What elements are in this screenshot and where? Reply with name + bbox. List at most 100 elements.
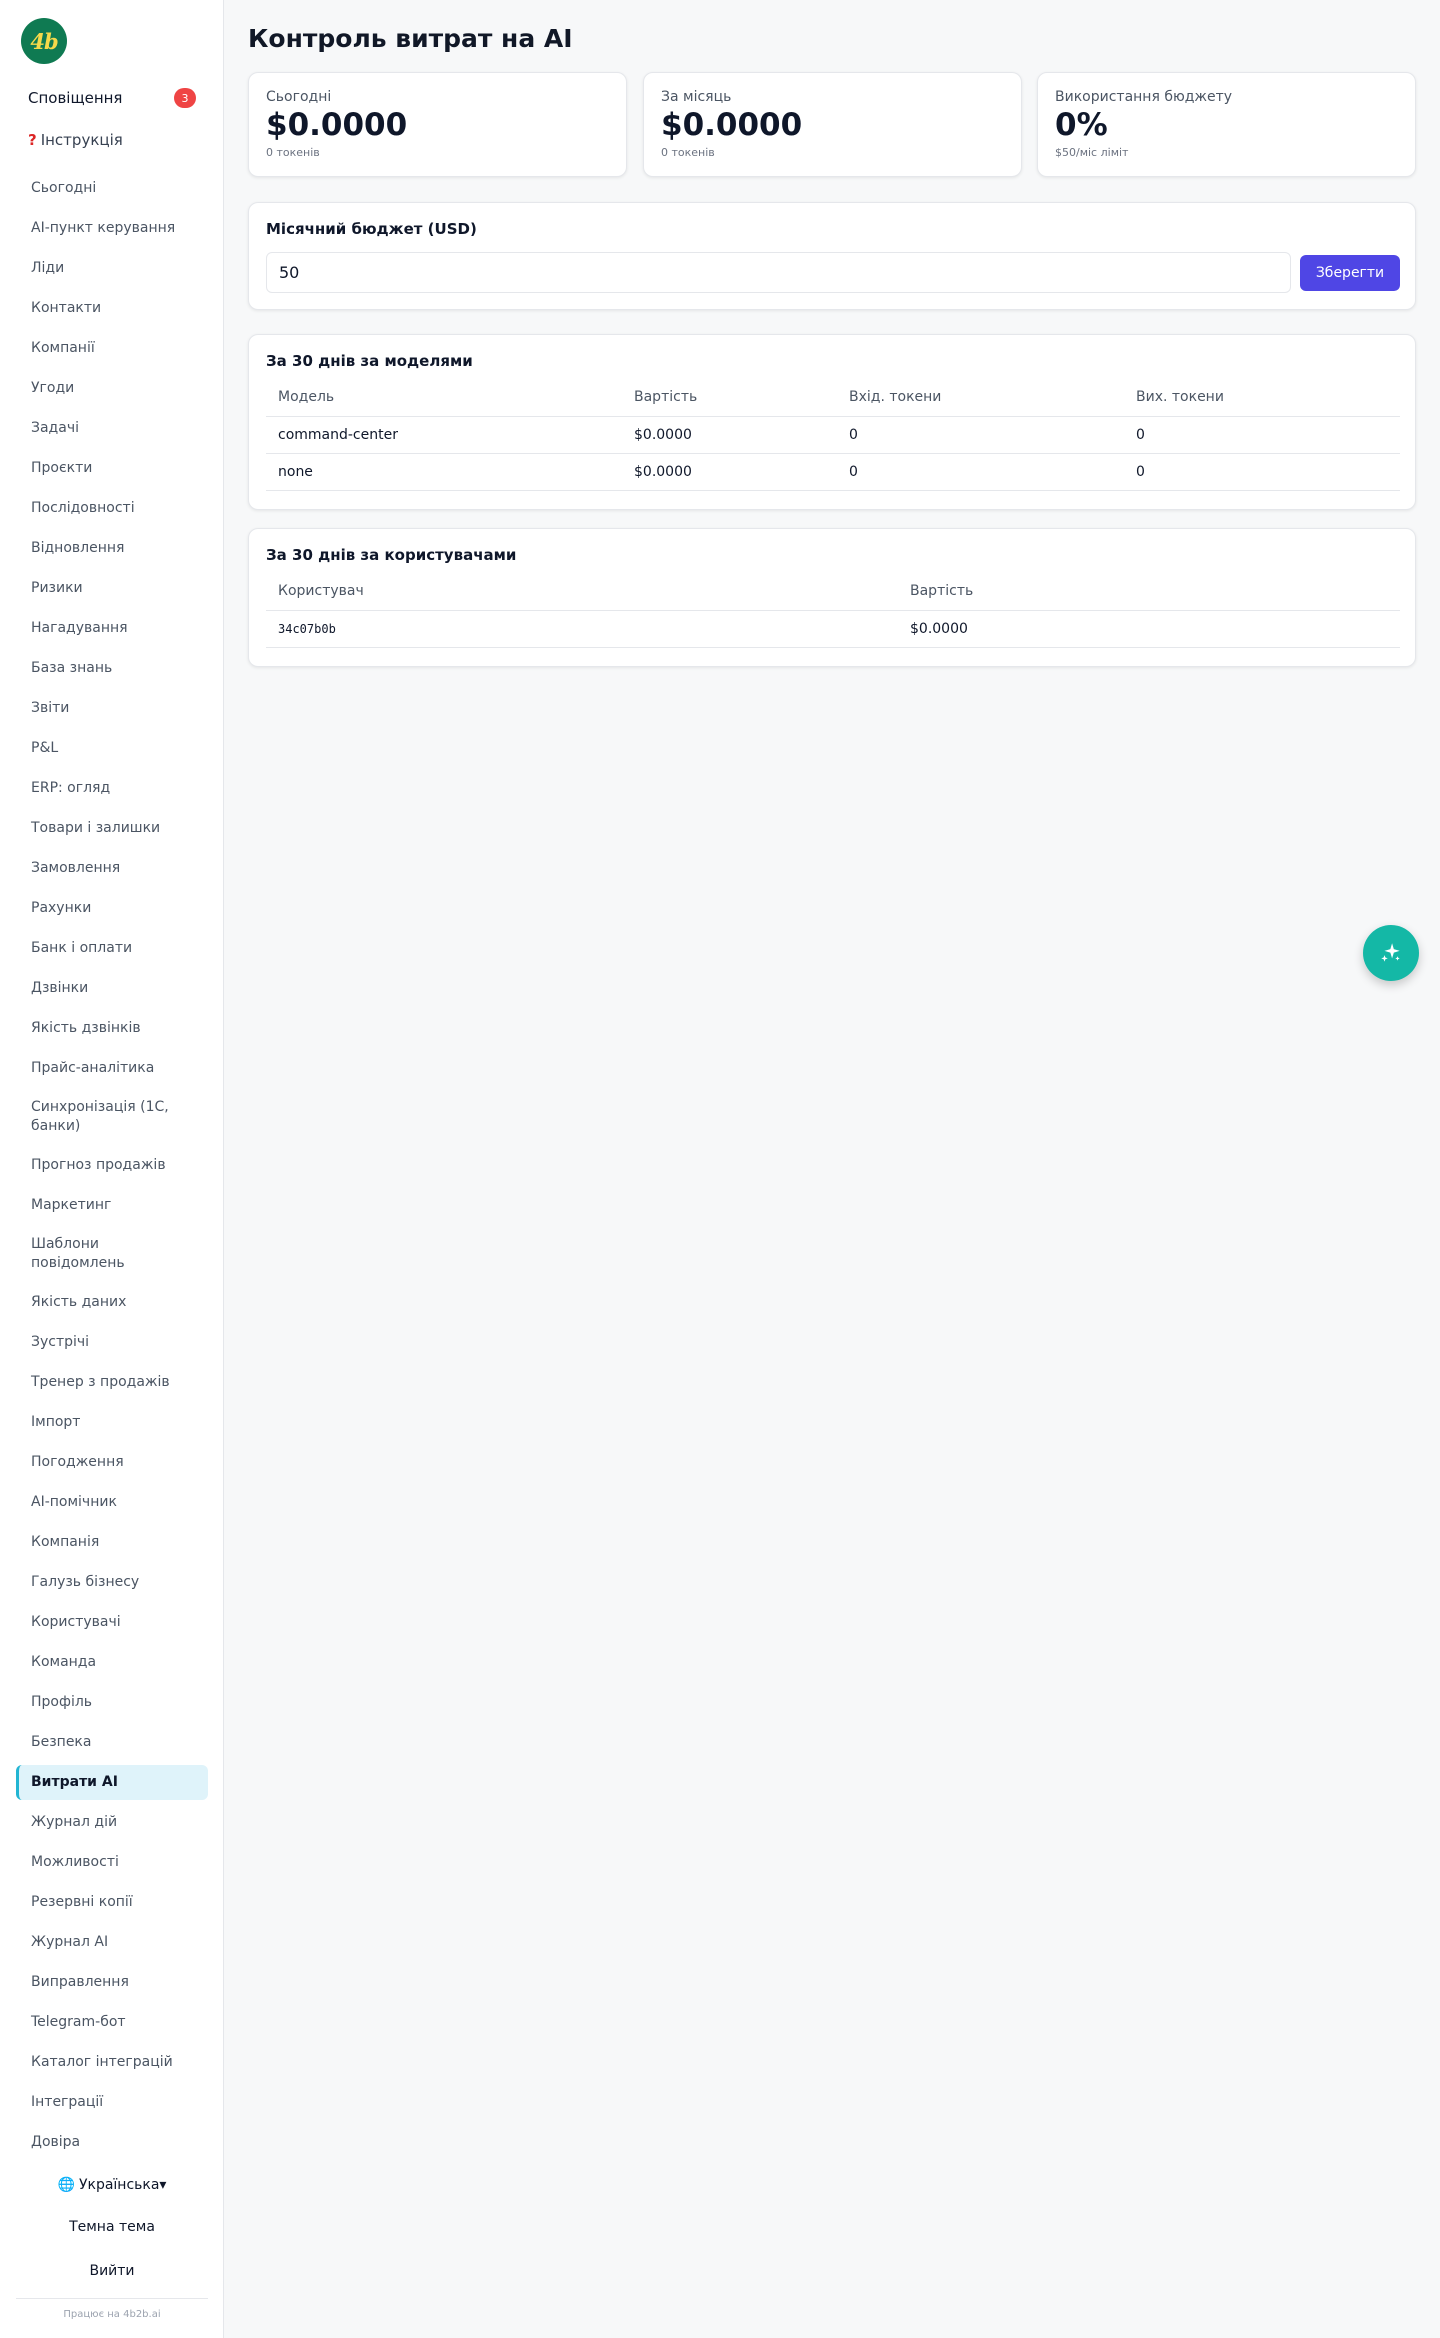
notifications-count-badge: 3 (174, 88, 196, 108)
budget-card: Місячний бюджет (USD) Зберегти (248, 202, 1416, 310)
stat-sub: 0 токенів (266, 146, 320, 159)
ai-assistant-fab[interactable] (1363, 925, 1419, 981)
sidebar-item[interactable]: Прогноз продажів (16, 1148, 208, 1183)
stat-label: За місяць (661, 89, 732, 105)
sidebar-item[interactable]: Замовлення (16, 851, 208, 886)
sidebar-item[interactable]: Ризики (16, 571, 208, 606)
sidebar-item[interactable]: Звіти (16, 691, 208, 726)
guide-label: Інструкція (40, 131, 123, 149)
sidebar-item[interactable]: Каталог інтеграцій (16, 2045, 208, 2080)
save-button[interactable]: Зберегти (1300, 255, 1400, 291)
sidebar-item[interactable]: ERP: огляд (16, 771, 208, 806)
sidebar-item[interactable]: Тренер з продажів (16, 1365, 208, 1400)
stat-value: $0.0000 (266, 107, 408, 143)
dark-theme-button[interactable]: Темна тема (16, 2211, 208, 2243)
model-cell: command-center (266, 416, 622, 454)
notifications-label: Сповіщення (28, 89, 123, 107)
sidebar-item[interactable]: Профіль (16, 1685, 208, 1720)
sidebar: 4b Сповіщення 3 ? Інструкція Сьогодні AI-… (0, 0, 224, 2338)
sidebar-item[interactable]: Імпорт (16, 1405, 208, 1440)
logout-button[interactable]: Вийти (16, 2255, 208, 2287)
notifications-button[interactable]: Сповіщення 3 (16, 86, 196, 110)
column-header: Користувач (266, 573, 898, 611)
stat-value: $0.0000 (661, 107, 803, 143)
stat-sub: 0 токенів (661, 146, 715, 159)
cost-cell: $0.0000 (622, 453, 837, 491)
sidebar-item[interactable]: Інтеграції (16, 2085, 208, 2120)
cost-cell: $0.0000 (898, 610, 1400, 648)
models-card: За 30 днів за моделями Модель Вартість В… (248, 334, 1416, 510)
sidebar-item[interactable]: Резервні копії (16, 1885, 208, 1920)
sidebar-item[interactable]: Журнал дій (16, 1805, 208, 1840)
sidebar-item[interactable]: Довіра (16, 2125, 208, 2160)
sidebar-item[interactable]: Синхронізація (1С, банки) (16, 1091, 208, 1143)
sidebar-item[interactable]: Витрати AI (16, 1765, 208, 1800)
sidebar-item[interactable]: Проєкти (16, 451, 208, 486)
sidebar-item[interactable]: Контакти (16, 291, 208, 326)
user-id-cell: 34c07b0b (266, 610, 898, 648)
brand-logo-text: 4b (30, 28, 58, 54)
sidebar-item[interactable]: Користувачі (16, 1605, 208, 1640)
sidebar-item[interactable]: Послідовності (16, 491, 208, 526)
budget-input[interactable] (266, 252, 1291, 293)
sidebar-item[interactable]: Ліди (16, 251, 208, 286)
sidebar-item[interactable]: Шаблони повідомлень (16, 1228, 208, 1280)
sidebar-item[interactable]: Відновлення (16, 531, 208, 566)
models-table: Модель Вартість Вхід. токени Вих. токени… (266, 379, 1400, 491)
sidebar-item[interactable]: Команда (16, 1645, 208, 1680)
sidebar-item[interactable]: P&L (16, 731, 208, 766)
sidebar-item[interactable]: Банк і оплати (16, 931, 208, 966)
language-select[interactable]: 🌐 Українська▾ (0, 2172, 224, 2198)
sidebar-item[interactable]: Виправлення (16, 1965, 208, 2000)
output-tokens-cell: 0 (1124, 416, 1400, 454)
sidebar-item[interactable]: Сьогодні (16, 171, 208, 206)
input-tokens-cell: 0 (837, 416, 1124, 454)
sidebar-item[interactable]: Маркетинг (16, 1188, 208, 1223)
stat-card-month: За місяць $0.0000 0 токенів (643, 72, 1022, 177)
budget-title: Місячний бюджет (USD) (266, 220, 477, 238)
users-card: За 30 днів за користувачами Користувач В… (248, 528, 1416, 667)
sidebar-item[interactable]: Компанія (16, 1525, 208, 1560)
sidebar-item[interactable]: Задачі (16, 411, 208, 446)
sidebar-item[interactable]: Галузь бізнесу (16, 1565, 208, 1600)
sparkles-icon (1381, 943, 1400, 962)
sidebar-item[interactable]: Зустрічі (16, 1325, 208, 1360)
sidebar-item[interactable]: Журнал AI (16, 1925, 208, 1960)
sidebar-item[interactable]: Дзвінки (16, 971, 208, 1006)
table-header-row: Користувач Вартість (266, 573, 1400, 611)
guide-link[interactable]: ? Інструкція (28, 128, 123, 152)
output-tokens-cell: 0 (1124, 453, 1400, 491)
stat-card-today: Сьогодні $0.0000 0 токенів (248, 72, 627, 177)
sidebar-item[interactable]: Нагадування (16, 611, 208, 646)
users-table: Користувач Вартість 34c07b0b $0.0000 (266, 573, 1400, 648)
sidebar-item[interactable]: Можливості (16, 1845, 208, 1880)
sidebar-nav: Сьогодні AI-пункт керування Ліди Контакти Ко… (16, 171, 208, 2165)
table-row: command-center $0.0000 0 0 (266, 416, 1400, 454)
sidebar-item[interactable]: Telegram-бот (16, 2005, 208, 2040)
sidebar-item[interactable]: Погодження (16, 1445, 208, 1480)
input-tokens-cell: 0 (837, 453, 1124, 491)
sidebar-item[interactable]: Рахунки (16, 891, 208, 926)
page-title: Контроль витрат на AI (248, 24, 573, 53)
sidebar-item[interactable]: Прайс-аналітика (16, 1051, 208, 1086)
sidebar-item[interactable]: AI-пункт керування (16, 211, 208, 246)
column-header: Вхід. токени (837, 379, 1124, 417)
stat-card-budget-usage: Використання бюджету 0% $50/міс ліміт (1037, 72, 1416, 177)
sidebar-item[interactable]: Безпека (16, 1725, 208, 1760)
language-label: Українська▾ (78, 2177, 167, 2193)
sidebar-item[interactable]: AI-помічник (16, 1485, 208, 1520)
column-header: Модель (266, 379, 622, 417)
cost-cell: $0.0000 (622, 416, 837, 454)
table-row: 34c07b0b $0.0000 (266, 610, 1400, 648)
question-icon: ? (28, 131, 37, 149)
sidebar-item[interactable]: Угоди (16, 371, 208, 406)
brand-logo[interactable]: 4b (21, 18, 67, 64)
table-row: none $0.0000 0 0 (266, 453, 1400, 491)
models-table-title: За 30 днів за моделями (266, 352, 473, 370)
sidebar-item[interactable]: Якість дзвінків (16, 1011, 208, 1046)
sidebar-item[interactable]: База знань (16, 651, 208, 686)
column-header: Вартість (898, 573, 1400, 611)
sidebar-item[interactable]: Якість даних (16, 1285, 208, 1320)
sidebar-item[interactable]: Компанії (16, 331, 208, 366)
sidebar-item[interactable]: Товари і залишки (16, 811, 208, 846)
